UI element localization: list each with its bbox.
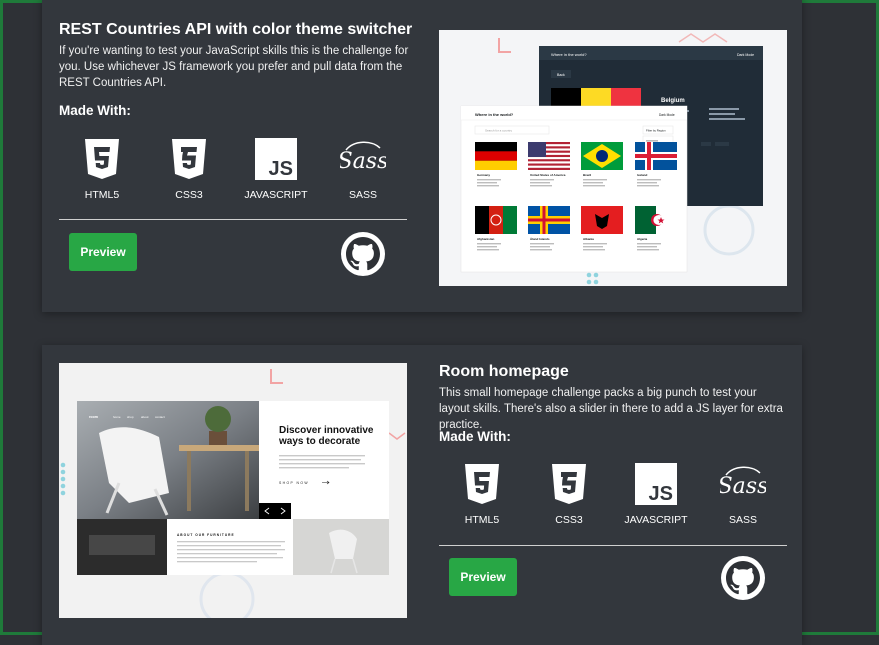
svg-text:JS: JS	[649, 483, 673, 505]
tech-javascript: JS JAVASCRIPT	[236, 138, 316, 201]
project-description: If you're wanting to test your JavaScrip…	[59, 45, 409, 89]
svg-text:Sass: Sass	[720, 474, 766, 499]
sass-icon: Sass	[338, 141, 388, 174]
tech-label: HTML5	[84, 189, 120, 201]
github-icon	[726, 561, 760, 595]
project-screenshot-rest-countries[interactable]: Where in the world? Dark Mode Back Belgi…	[439, 30, 787, 286]
light-title: Where in the world?	[475, 112, 514, 117]
tech-javascript: JS JAVASCRIPT	[616, 463, 696, 526]
tech-sass: Sass SASS	[703, 463, 783, 526]
javascript-icon: JS	[255, 138, 297, 180]
room-logo: room	[89, 415, 98, 419]
dark-title: Where in the world?	[551, 52, 587, 57]
html5-icon	[465, 464, 499, 504]
room-about-heading: ABOUT OUR FURNITURE	[177, 533, 235, 537]
github-icon	[346, 237, 380, 271]
search-placeholder: Search for a country	[485, 129, 513, 133]
sass-icon: Sass	[718, 466, 768, 499]
room-nav-item: about	[141, 415, 149, 419]
preview-button[interactable]: Preview	[449, 558, 517, 596]
country-name: Brazil	[583, 173, 591, 177]
tech-label: JAVASCRIPT	[624, 514, 688, 526]
tech-css3: CSS3	[529, 463, 609, 526]
project-description: This small homepage challenge packs a bi…	[439, 387, 783, 431]
tech-label: SASS	[728, 514, 757, 526]
css3-icon	[552, 464, 586, 504]
divider	[59, 219, 407, 220]
html5-icon	[85, 139, 119, 179]
room-nav-item: contact	[155, 415, 165, 419]
svg-text:Sass: Sass	[340, 149, 386, 174]
room-headline: Discover innovative ways to decorate	[279, 425, 374, 447]
tech-label: HTML5	[464, 514, 500, 526]
screenshot-room-homepage-graphic: room home shop about contact Discover in…	[60, 369, 406, 618]
room-nav-item: shop	[127, 415, 134, 419]
tech-label: CSS3	[555, 514, 583, 526]
tech-html5: HTML5	[442, 463, 522, 526]
room-nav-item: home	[113, 415, 121, 419]
back-button: Back	[557, 73, 565, 77]
dark-mode-toggle: Dark Mode	[737, 53, 754, 57]
filter-label: Filter by Region	[646, 129, 666, 133]
project-screenshot-room-homepage[interactable]: room home shop about contact Discover in…	[59, 363, 407, 618]
country-name: United States of America	[530, 173, 566, 177]
country-name: Iceland	[637, 173, 648, 177]
tech-label: JAVASCRIPT	[244, 189, 308, 201]
project-title: Room homepage	[439, 363, 569, 380]
divider	[439, 545, 787, 546]
tech-label: CSS3	[175, 189, 203, 201]
github-link[interactable]	[341, 232, 385, 276]
tech-css3: CSS3	[149, 138, 229, 201]
tech-html5: HTML5	[62, 138, 142, 201]
country-name: Algeria	[637, 237, 648, 241]
project-title: REST Countries API with color theme swit…	[59, 21, 413, 38]
made-with-label: Made With:	[439, 429, 511, 444]
country-name: Germany	[477, 173, 490, 177]
made-with-label: Made With:	[59, 103, 131, 118]
github-link[interactable]	[721, 556, 765, 600]
svg-text:JS: JS	[269, 158, 293, 180]
country-name: Albania	[583, 237, 594, 241]
country-name: Afghanistan	[477, 237, 495, 241]
detail-country: Belgium	[661, 98, 685, 104]
country-name: Åland Islands	[530, 236, 550, 241]
tech-sass: Sass SASS	[323, 138, 403, 201]
light-mode-toggle: Dark Mode	[659, 113, 675, 117]
css3-icon	[172, 139, 206, 179]
tech-label: SASS	[348, 189, 377, 201]
screenshot-rest-countries-graphic: Where in the world? Dark Mode Back Belgi…	[460, 33, 763, 285]
javascript-icon: JS	[635, 463, 677, 505]
preview-button[interactable]: Preview	[69, 233, 137, 271]
room-shop-now: SHOP NOW	[279, 481, 309, 485]
